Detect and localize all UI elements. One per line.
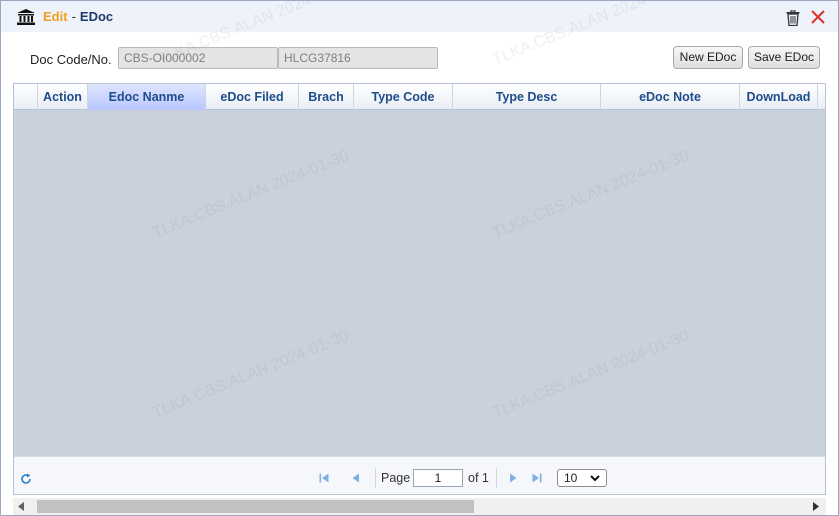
column-edoc-name[interactable]: Edoc Nanme bbox=[88, 84, 206, 110]
column-type-code[interactable]: Type Code bbox=[354, 84, 453, 110]
column-download[interactable]: DownLoad bbox=[740, 84, 818, 110]
page-number-input[interactable]: 1 bbox=[413, 469, 463, 487]
column-type-desc[interactable]: Type Desc bbox=[453, 84, 601, 110]
edoc-grid: Action Edoc Nanme eDoc Filed Brach Type … bbox=[13, 83, 826, 495]
scroll-right-icon[interactable] bbox=[812, 502, 820, 511]
column-edoc-note[interactable]: eDoc Note bbox=[601, 84, 740, 110]
column-action[interactable]: Action bbox=[38, 84, 88, 110]
page-size-value: 10 bbox=[564, 471, 578, 485]
pager-separator bbox=[496, 468, 497, 488]
grid-body bbox=[14, 111, 825, 456]
column-branch[interactable]: Brach bbox=[299, 84, 354, 110]
page-size-select[interactable]: 10 bbox=[557, 469, 607, 487]
horizontal-scrollbar[interactable] bbox=[13, 498, 826, 515]
bank-icon bbox=[17, 9, 35, 25]
scrollbar-thumb[interactable] bbox=[37, 500, 474, 513]
new-edoc-button[interactable]: New EDoc bbox=[673, 46, 743, 69]
doc-code-field[interactable]: CBS-OI000002 bbox=[118, 47, 278, 69]
doc-code-label: Doc Code/No. bbox=[30, 52, 112, 67]
column-edoc-filed[interactable]: eDoc Filed bbox=[206, 84, 299, 110]
last-page-icon[interactable] bbox=[532, 473, 542, 483]
doc-no-field[interactable]: HLCG37816 bbox=[278, 47, 438, 69]
refresh-icon[interactable] bbox=[20, 473, 32, 485]
page-label: Page bbox=[381, 471, 411, 485]
pager-bar: Page 1 of 1 10 bbox=[14, 456, 825, 494]
close-icon[interactable] bbox=[811, 10, 825, 24]
grid-header: Action Edoc Nanme eDoc Filed Brach Type … bbox=[14, 84, 825, 110]
title-separator: - bbox=[71, 9, 76, 24]
title-bar: Edit - EDoc bbox=[1, 1, 838, 32]
title-name: EDoc bbox=[79, 9, 114, 24]
scroll-left-icon[interactable] bbox=[17, 502, 25, 511]
first-page-icon[interactable] bbox=[319, 473, 329, 483]
prev-page-icon[interactable] bbox=[351, 473, 361, 483]
save-edoc-button[interactable]: Save EDoc bbox=[748, 46, 820, 69]
row-number-column bbox=[14, 84, 38, 110]
page-count-label: of 1 bbox=[468, 471, 489, 485]
edoc-window: Edit - EDoc Doc Code/No. CBS-OI000002 HLCG… bbox=[0, 0, 839, 516]
title-mode: Edit bbox=[43, 9, 68, 24]
chevron-down-icon bbox=[590, 475, 600, 482]
pager-separator bbox=[375, 468, 376, 488]
next-page-icon[interactable] bbox=[508, 473, 518, 483]
window-title: Edit - EDoc bbox=[43, 9, 113, 24]
trash-icon[interactable] bbox=[786, 10, 800, 26]
grid-right-gutter bbox=[827, 83, 838, 515]
